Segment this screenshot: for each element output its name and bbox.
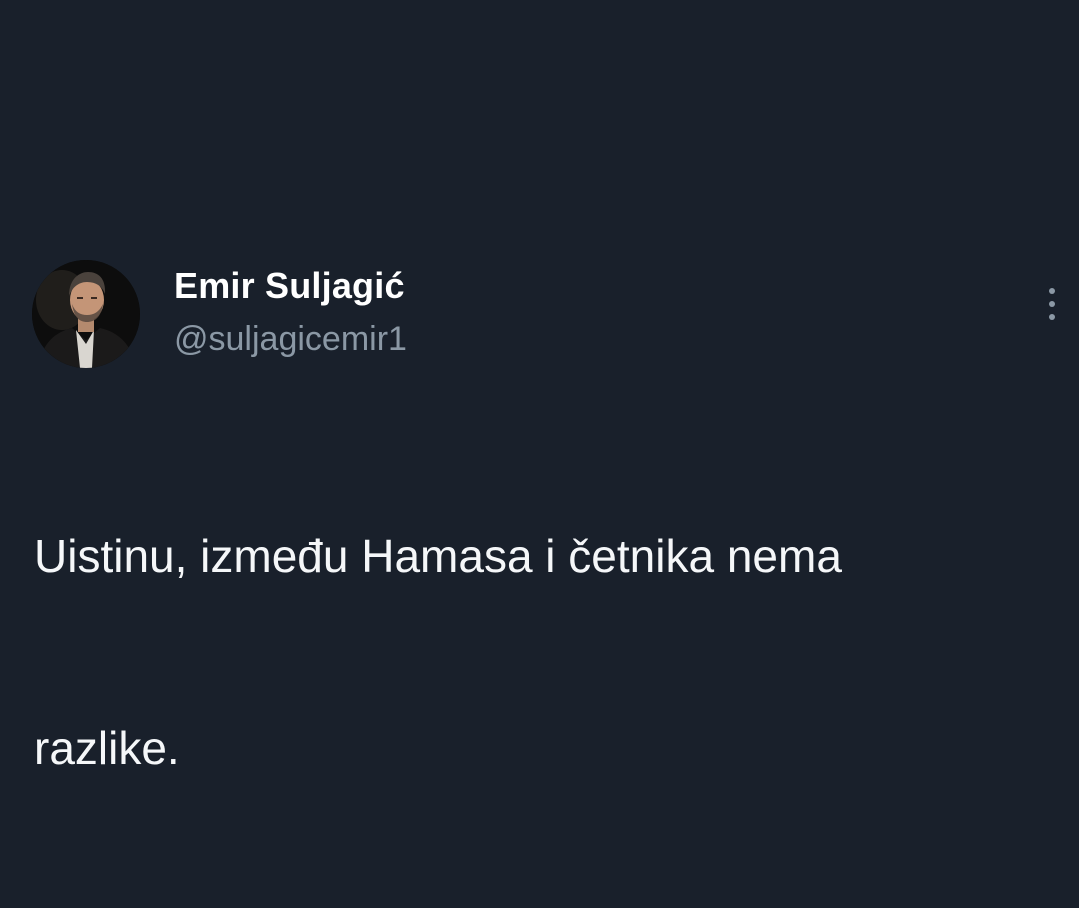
tweet-text-line: Uistinu, između Hamasa i četnika nema	[34, 530, 842, 582]
author-display-name[interactable]: Emir Suljagić	[174, 262, 405, 310]
tweet-card: Emir Suljagić @suljagicemir1 Uistinu, iz…	[0, 0, 1079, 774]
more-options-button[interactable]	[1034, 282, 1070, 326]
author-handle[interactable]: @suljagicemir1	[174, 316, 407, 362]
tweet-text: Uistinu, između Hamasa i četnika nema ra…	[34, 396, 1024, 908]
tweet-text-line: razlike.	[34, 722, 180, 774]
avatar[interactable]	[32, 260, 140, 368]
profile-photo-icon	[32, 260, 140, 368]
